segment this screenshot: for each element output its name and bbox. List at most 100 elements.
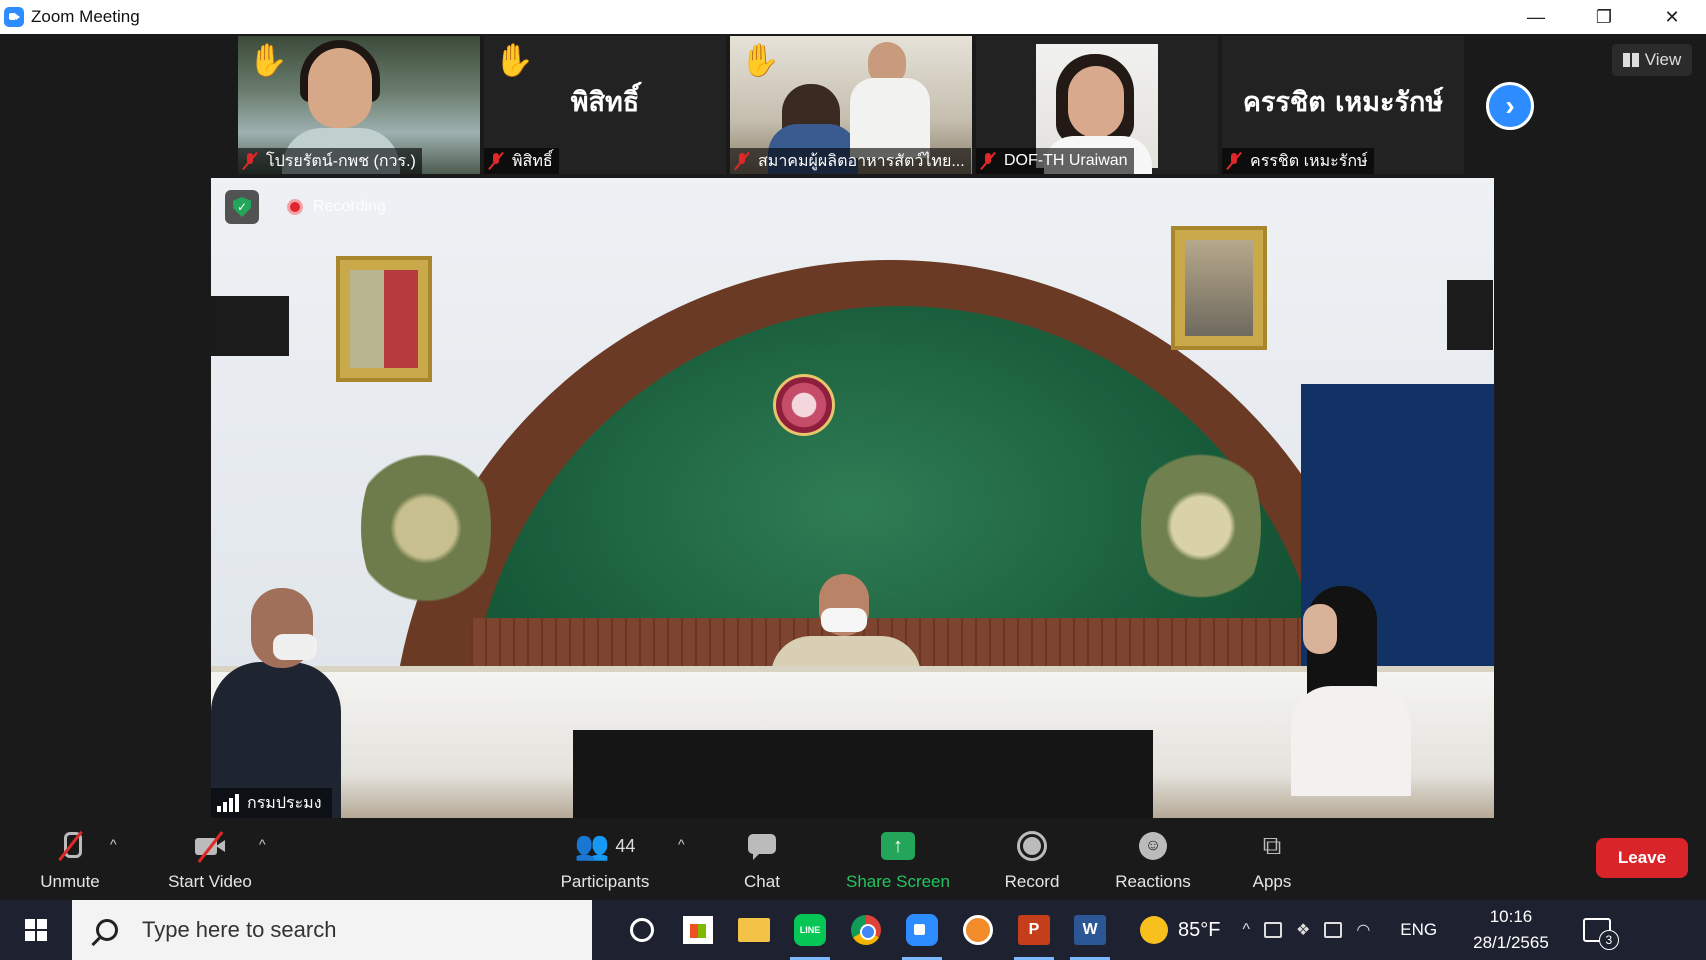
recording-dot-icon xyxy=(287,199,303,215)
participant-tile[interactable]: ✋ พิสิทธิ์ พิสิทธิ์ xyxy=(484,36,726,174)
line-app-button[interactable]: LINE xyxy=(782,900,838,960)
powerpoint-app-button[interactable]: P xyxy=(1006,900,1062,960)
close-button[interactable]: ✕ xyxy=(1638,0,1706,34)
notification-center-icon[interactable]: 3 xyxy=(1582,918,1619,950)
chat-label: Chat xyxy=(744,872,780,891)
start-video-label: Start Video xyxy=(168,872,252,891)
start-video-button[interactable]: Start Video xyxy=(160,822,260,900)
title-bar: Zoom Meeting — ❐ ✕ xyxy=(0,0,1706,34)
security-shield-icon[interactable]: ✓ xyxy=(225,190,259,224)
raised-hand-icon: ✋ xyxy=(494,42,534,78)
signal-strength-icon xyxy=(217,794,239,812)
unmute-button[interactable]: Unmute xyxy=(30,822,110,900)
vpn-app-button[interactable] xyxy=(950,900,1006,960)
taskbar-clock[interactable]: 10:16 28/1/2565 xyxy=(1473,904,1549,956)
mic-muted-icon xyxy=(1226,151,1242,171)
video-flowers-left xyxy=(361,428,491,628)
mic-muted-icon xyxy=(242,151,258,171)
apps-button[interactable]: ⧉ Apps xyxy=(1240,822,1304,900)
participant-name: DOF-TH Uraiwan xyxy=(1004,152,1128,169)
zoom-icon xyxy=(906,914,938,946)
system-tray: ^ ❖ ◠ xyxy=(1242,920,1370,940)
windows-taskbar: Type here to search LINE P W 85°F ^ ❖ ◠ … xyxy=(0,900,1706,960)
view-button[interactable]: View xyxy=(1612,44,1692,76)
folder-icon xyxy=(738,918,770,942)
speaker-name-label: กรมประมง xyxy=(211,788,332,818)
chat-bubble-icon xyxy=(745,830,779,862)
window-controls: — ❐ ✕ xyxy=(1502,0,1706,34)
video-portrait-left xyxy=(336,256,432,382)
wifi-icon[interactable]: ◠ xyxy=(1356,920,1370,940)
video-options-caret-icon[interactable]: ^ xyxy=(259,836,266,852)
video-person-right xyxy=(1281,586,1411,796)
search-placeholder: Type here to search xyxy=(142,917,337,942)
participant-tile[interactable]: DOF-TH Uraiwan xyxy=(976,36,1218,174)
minimize-button[interactable]: — xyxy=(1502,0,1570,34)
participants-options-caret-icon[interactable]: ^ xyxy=(678,836,685,852)
taskbar-apps: LINE P W xyxy=(614,900,1118,960)
share-screen-icon: ↑ xyxy=(881,832,915,860)
record-button[interactable]: Record xyxy=(1000,822,1064,900)
record-icon xyxy=(1017,831,1047,861)
store-app-button[interactable] xyxy=(670,900,726,960)
device-icon[interactable] xyxy=(1263,922,1282,938)
task-view-button[interactable] xyxy=(614,900,670,960)
apps-icon-wrap: ⧉ xyxy=(1255,830,1289,862)
meeting-toolbar: Unmute ^ Start Video ^ 👥 44 Participants… xyxy=(0,822,1706,900)
audio-options-caret-icon[interactable]: ^ xyxy=(110,836,117,852)
leave-button[interactable]: Leave xyxy=(1596,838,1688,878)
participant-name: โปรยรัตน์-กพช (กวร.) xyxy=(266,152,416,170)
clock-time: 10:16 xyxy=(1489,907,1533,926)
mic-muted-icon xyxy=(734,151,750,171)
file-explorer-button[interactable] xyxy=(726,900,782,960)
language-indicator[interactable]: ENG xyxy=(1400,920,1437,940)
search-icon xyxy=(96,919,118,941)
chat-button[interactable]: Chat xyxy=(722,822,802,900)
participant-tile[interactable]: ครรชิต เหมะรักษ์ ครรชิต เหมะรักษ์ xyxy=(1222,36,1464,174)
powerpoint-icon: P xyxy=(1018,915,1050,945)
battery-icon[interactable] xyxy=(1324,922,1343,938)
video-flowers-right xyxy=(1141,426,1261,626)
word-app-button[interactable]: W xyxy=(1062,900,1118,960)
dropbox-icon[interactable]: ❖ xyxy=(1296,920,1310,940)
participants-button[interactable]: 👥 44 Participants xyxy=(550,822,660,900)
participant-tile[interactable]: ✋ โปรยรัตน์-กพช (กวร.) xyxy=(238,36,480,174)
record-icon-wrap xyxy=(1015,830,1049,862)
reactions-label: Reactions xyxy=(1115,872,1191,891)
active-speaker-video[interactable]: ✓ Recording กรมประมง xyxy=(211,178,1494,818)
raised-hand-icon: ✋ xyxy=(740,42,780,78)
reactions-button[interactable]: ☺ Reactions xyxy=(1108,822,1198,900)
taskbar-search[interactable]: Type here to search xyxy=(72,900,592,960)
tray-expand-icon[interactable]: ^ xyxy=(1242,921,1250,939)
video-portrait-right xyxy=(1171,226,1267,350)
participant-display-name: ครรชิต เหมะรักษ์ xyxy=(1242,87,1444,118)
weather-widget[interactable]: 85°F xyxy=(1140,916,1220,944)
share-screen-button[interactable]: ↑ Share Screen xyxy=(838,822,958,900)
restore-button[interactable]: ❐ xyxy=(1570,0,1638,34)
participant-name-label: พิสิทธิ์ xyxy=(484,148,559,174)
windows-logo-icon xyxy=(25,919,47,941)
zoom-app-button[interactable] xyxy=(894,900,950,960)
sun-icon xyxy=(1140,916,1168,944)
window-title: Zoom Meeting xyxy=(31,7,140,26)
participant-strip: ✋ โปรยรัตน์-กพช (กวร.) ✋ พิสิทธิ์ พิสิทธ… xyxy=(238,36,1464,176)
camera-off-icon xyxy=(193,830,227,862)
unmute-label: Unmute xyxy=(40,872,100,891)
chrome-app-button[interactable] xyxy=(838,900,894,960)
start-button[interactable] xyxy=(0,900,72,960)
word-icon: W xyxy=(1074,915,1106,945)
recording-indicator: ✓ Recording xyxy=(225,190,386,224)
reactions-icon-wrap: ☺ xyxy=(1136,830,1170,862)
participant-name-label: ครรชิต เหมะรักษ์ xyxy=(1222,148,1374,174)
next-page-button[interactable]: › xyxy=(1486,82,1534,130)
mic-muted-icon xyxy=(488,151,504,171)
grid-view-icon xyxy=(1622,53,1639,67)
recording-label: Recording xyxy=(313,198,386,215)
participants-label: Participants xyxy=(560,872,650,891)
participant-display-name: พิสิทธิ์ xyxy=(570,87,640,118)
clock-date: 28/1/2565 xyxy=(1473,933,1549,952)
participant-tile[interactable]: ✋ สมาคมผู้ผลิตอาหารสัตว์ไทย... xyxy=(730,36,972,174)
speaker-name: กรมประมง xyxy=(247,794,322,812)
cortana-icon xyxy=(630,918,654,942)
emblem-icon xyxy=(773,374,835,436)
